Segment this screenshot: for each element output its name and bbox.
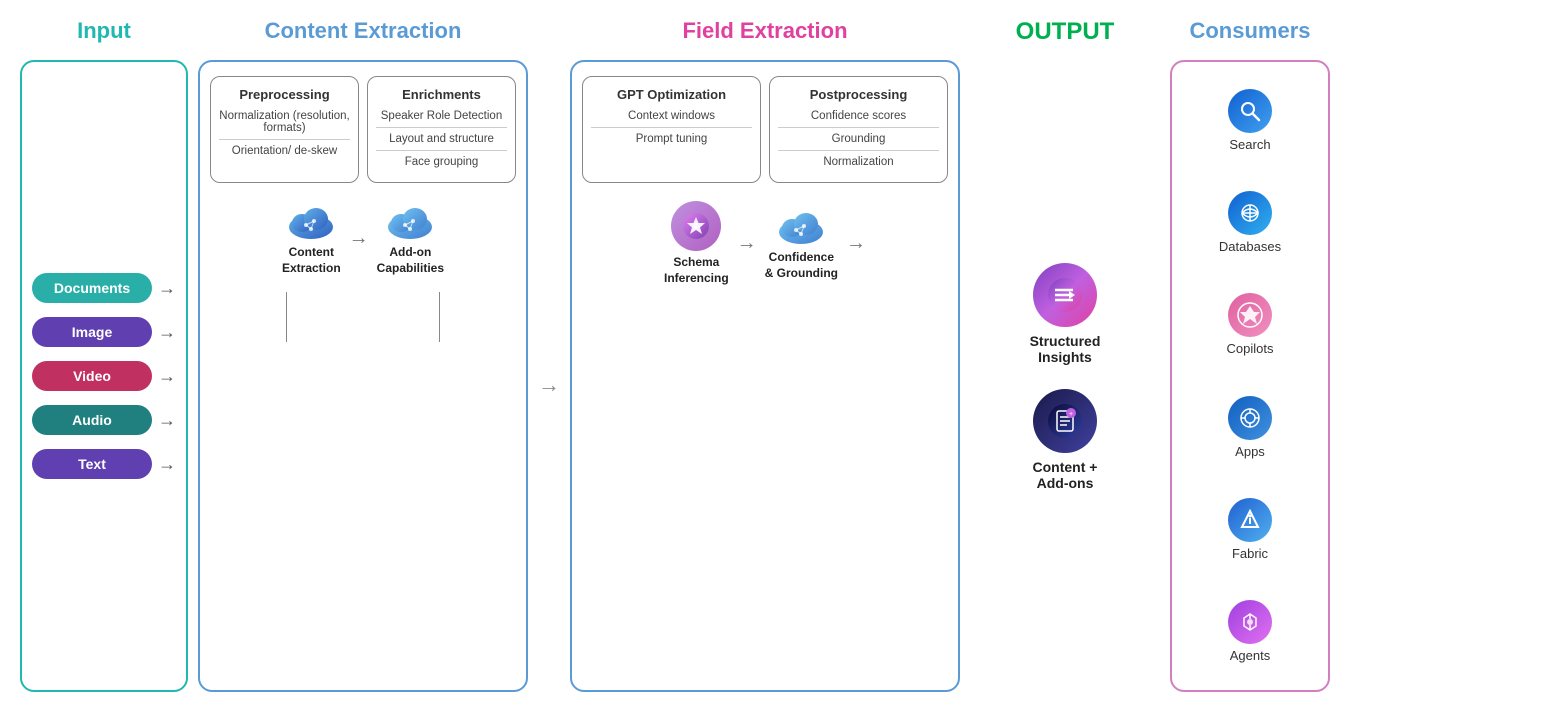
input-item-image: Image → [32, 317, 176, 347]
arrow-video: → [158, 366, 176, 387]
consumer-search: Search [1228, 89, 1272, 152]
cloud-icon-1 [284, 201, 338, 241]
schema-flow-item: SchemaInferencing [664, 201, 729, 286]
content-addons-icon: + [1033, 389, 1097, 453]
text-badge: Text [32, 449, 152, 479]
enrichments-item1: Speaker Role Detection [376, 110, 507, 122]
gpt-item2: Prompt tuning [591, 133, 752, 145]
output-section: OUTPUT [970, 18, 1160, 692]
input-section: Input Documents → Image → Video → Audio … [20, 18, 188, 692]
arrow-between-content-field: → [538, 18, 560, 692]
audio-badge: Audio [32, 405, 152, 435]
main-diagram: Input Documents → Image → Video → Audio … [0, 0, 1548, 710]
input-item-documents: Documents → [32, 273, 176, 303]
preprocessing-item1: Normalization (resolution, formats) [219, 110, 350, 134]
cloud-icon-2 [383, 201, 437, 241]
enrichments-item3: Face grouping [376, 156, 507, 168]
consumer-agents: Agents [1228, 600, 1272, 663]
schema-icon [671, 201, 721, 251]
consumers-title: Consumers [1189, 18, 1310, 44]
search-consumer-icon [1228, 89, 1272, 133]
consumer-apps: Apps [1228, 396, 1272, 459]
image-badge: Image [32, 317, 152, 347]
content-extraction-title: Content Extraction [265, 18, 462, 44]
structured-insights-icon [1033, 263, 1097, 327]
content-extraction-box: Preprocessing Normalization (resolution,… [198, 60, 528, 692]
svg-text:+: + [1069, 411, 1073, 418]
consumers-box: Search Databases Copilots [1170, 60, 1330, 692]
fabric-label: Fabric [1232, 546, 1268, 561]
fabric-consumer-icon [1228, 498, 1272, 542]
apps-consumer-icon [1228, 396, 1272, 440]
structured-insights-item: StructuredInsights [1030, 263, 1101, 365]
preprocessing-box: Preprocessing Normalization (resolution,… [210, 76, 359, 183]
consumer-copilots: Copilots [1227, 293, 1274, 356]
consumer-fabric: Fabric [1228, 498, 1272, 561]
content-bottom-lines [210, 292, 516, 342]
databases-label: Databases [1219, 239, 1281, 254]
vline-2 [439, 292, 441, 342]
content-inner-boxes: Preprocessing Normalization (resolution,… [210, 76, 516, 183]
documents-badge: Documents [32, 273, 152, 303]
agents-consumer-icon [1228, 600, 1272, 644]
field-extraction-title: Field Extraction [682, 18, 847, 44]
cloud-icon-3 [774, 206, 828, 246]
post-item3: Normalization [778, 156, 939, 168]
vline-1 [286, 292, 288, 342]
enrichments-title: Enrichments [376, 87, 507, 102]
addon-capabilities-label: Add-onCapabilities [377, 245, 444, 276]
search-label: Search [1229, 137, 1270, 152]
consumer-databases: Databases [1219, 191, 1281, 254]
content-addons-label: Content +Add-ons [1033, 459, 1098, 491]
content-extraction-section: Content Extraction Preprocessing Normali… [198, 18, 528, 692]
right-vline [439, 292, 441, 342]
confidence-label: Confidence& Grounding [765, 250, 838, 281]
preprocessing-item2: Orientation/ de-skew [219, 145, 350, 157]
postprocessing-title: Postprocessing [778, 87, 939, 102]
output-title: OUTPUT [1016, 18, 1115, 46]
structured-insights-label: StructuredInsights [1030, 333, 1101, 365]
content-flow-row: ContentExtraction → [210, 201, 516, 276]
content-addons-item: + Content +Add-ons [1033, 389, 1098, 491]
arrow-text: → [158, 454, 176, 475]
gpt-optimization-box: GPT Optimization Context windows Prompt … [582, 76, 761, 183]
content-extraction-label: ContentExtraction [282, 245, 341, 276]
post-item2: Grounding [778, 133, 939, 145]
gpt-optimization-title: GPT Optimization [591, 87, 752, 102]
agents-label: Agents [1230, 648, 1270, 663]
confidence-flow-item: Confidence& Grounding [765, 206, 838, 281]
input-box: Documents → Image → Video → Audio → Text… [20, 60, 188, 692]
arrow-documents: → [158, 278, 176, 299]
left-vline [286, 292, 288, 342]
field-extraction-section: Field Extraction GPT Optimization Contex… [570, 18, 960, 692]
field-flow-row: SchemaInferencing → [582, 201, 948, 286]
enrichments-box: Enrichments Speaker Role Detection Layou… [367, 76, 516, 183]
addon-capabilities-flow-item: Add-onCapabilities [377, 201, 444, 276]
input-item-audio: Audio → [32, 405, 176, 435]
databases-consumer-icon [1228, 191, 1272, 235]
schema-label: SchemaInferencing [664, 255, 729, 286]
gpt-item1: Context windows [591, 110, 752, 122]
input-item-video: Video → [32, 361, 176, 391]
output-items: StructuredInsights [1030, 62, 1101, 692]
flow-arrow-2: → [737, 232, 757, 255]
copilots-label: Copilots [1227, 341, 1274, 356]
copilots-consumer-icon [1228, 293, 1272, 337]
input-title: Input [77, 18, 131, 44]
content-extraction-flow-item: ContentExtraction [282, 201, 341, 276]
arrow-audio: → [158, 410, 176, 431]
flow-arrow-3: → [846, 232, 866, 255]
video-badge: Video [32, 361, 152, 391]
flow-arrow-1: → [349, 227, 369, 250]
input-item-text: Text → [32, 449, 176, 479]
postprocessing-box: Postprocessing Confidence scores Groundi… [769, 76, 948, 183]
post-item1: Confidence scores [778, 110, 939, 122]
arrow-image: → [158, 322, 176, 343]
field-inner-boxes: GPT Optimization Context windows Prompt … [582, 76, 948, 183]
enrichments-item2: Layout and structure [376, 133, 507, 145]
consumers-section: Consumers Search Databases [1170, 18, 1330, 692]
apps-label: Apps [1235, 444, 1265, 459]
field-extraction-box: GPT Optimization Context windows Prompt … [570, 60, 960, 692]
preprocessing-title: Preprocessing [219, 87, 350, 102]
